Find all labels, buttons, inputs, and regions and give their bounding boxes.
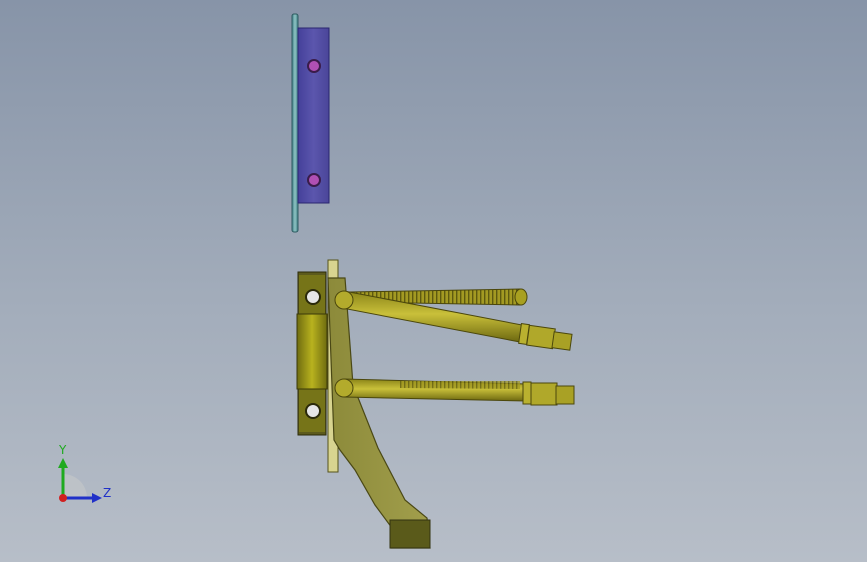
triad-arc (63, 474, 87, 498)
z-axis-arrow (92, 493, 102, 503)
plate-flange[interactable] (291, 13, 299, 233)
cad-viewport[interactable]: Y Z (0, 0, 867, 562)
bracket-hole-top (305, 289, 321, 305)
bracket-hole-bottom (305, 403, 321, 419)
y-axis-arrow (58, 458, 68, 468)
plate-hole-bottom (307, 173, 321, 187)
model-scene[interactable] (0, 0, 867, 562)
mounting-plate[interactable] (291, 13, 330, 233)
pedal-pad[interactable] (389, 519, 431, 549)
lower-push-rod[interactable] (334, 378, 575, 406)
orientation-triad: Y Z (50, 440, 120, 510)
pedal-assembly[interactable] (296, 259, 575, 549)
y-axis-label: Y (59, 443, 67, 457)
plate-hole-top (307, 59, 321, 73)
z-axis-label: Z (103, 486, 112, 500)
x-axis-dot (59, 494, 67, 502)
mount-bracket[interactable] (296, 271, 328, 436)
